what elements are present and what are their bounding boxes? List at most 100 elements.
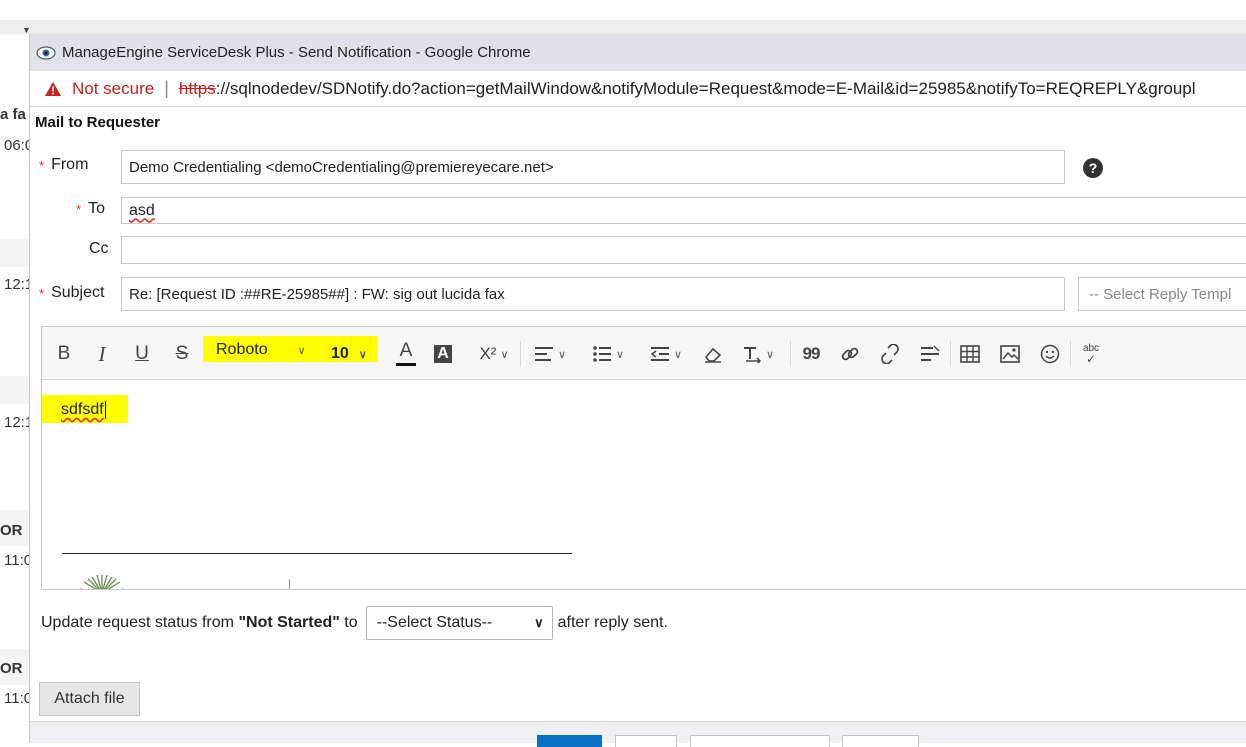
image-icon — [1000, 345, 1020, 363]
warning-icon — [45, 81, 61, 96]
insert-link-button[interactable] — [838, 340, 862, 368]
unlink-button[interactable] — [878, 340, 902, 368]
app-eye-icon — [36, 45, 56, 60]
signature-separator — [289, 579, 290, 589]
chevron-down-icon: ∨ — [557, 348, 567, 361]
outdent-icon — [650, 347, 669, 361]
spell-check-button[interactable]: abc ✓ — [1078, 340, 1104, 368]
from-label: From — [51, 156, 89, 173]
list-dropdown[interactable]: ∨ — [586, 340, 630, 368]
editor-text: sdfsdf — [61, 401, 106, 419]
align-left-icon — [534, 347, 553, 361]
dialog-footer — [30, 721, 1246, 747]
required-marker: * — [39, 157, 45, 173]
clear-format-button[interactable] — [702, 340, 724, 368]
text-direction-icon — [743, 347, 762, 363]
font-color-icon: A — [399, 340, 413, 361]
status-select[interactable]: --Select Status-- ∨ — [365, 606, 553, 640]
to-value: asd — [129, 201, 155, 219]
indent-dropdown[interactable]: ∨ — [644, 340, 688, 368]
subject-label: Subject — [51, 284, 105, 301]
cc-label: Cc — [89, 240, 109, 257]
italic-button[interactable]: I — [92, 340, 112, 368]
signature-logo-icon — [80, 574, 124, 589]
current-status: "Not Started" — [238, 614, 340, 631]
font-size-dropdown[interactable]: 10 ∨ — [331, 340, 377, 368]
from-field[interactable]: Demo Credentialing <demoCredentialing@pr… — [121, 150, 1065, 184]
emoji-icon — [1040, 344, 1060, 364]
footer-button[interactable] — [690, 735, 830, 747]
footer-button[interactable] — [615, 735, 677, 747]
emoji-button[interactable] — [1038, 340, 1062, 368]
reply-template-select[interactable]: -- Select Reply Templ — [1078, 277, 1246, 311]
background-row: 11:0 — [4, 552, 30, 569]
popup-window: ManageEngine ServiceDesk Plus - Send Not… — [29, 34, 1246, 747]
required-marker: * — [39, 285, 45, 301]
background-row: a fa — [0, 106, 26, 123]
editor-toolbar: B I U S Roboto ∨ 10 ∨ A A X² ∨ ∨ ∨ ∨ ∨ 9… — [42, 327, 1246, 380]
chevron-down-icon: ∨ — [297, 344, 306, 357]
background-color-icon: A — [434, 345, 452, 363]
to-field[interactable]: asd — [121, 197, 1246, 224]
address-bar[interactable]: Not secure | https ://sqlnodedev/SDNotif… — [30, 71, 1246, 107]
required-marker: * — [76, 201, 82, 217]
chevron-down-icon: ∨ — [534, 615, 544, 630]
toolbar-divider — [1070, 341, 1071, 367]
toolbar-divider — [520, 341, 521, 367]
to-label-group: * To — [76, 200, 105, 218]
status-to-word: to — [339, 614, 358, 631]
status-suffix: after reply sent. — [557, 614, 668, 631]
link-icon — [841, 347, 859, 361]
background-page-bar: ▼ — [0, 20, 1246, 35]
blockquote-button[interactable]: 99 — [798, 340, 824, 368]
editor-content[interactable]: sdfsdf — [42, 381, 1246, 589]
security-status[interactable]: Not secure — [72, 79, 154, 99]
background-color-button[interactable]: A — [432, 340, 454, 368]
font-size-value: 10 — [331, 345, 349, 362]
superscript-button[interactable]: X² ∨ — [472, 340, 516, 368]
font-family-value: Roboto — [216, 341, 268, 358]
help-icon[interactable]: ? — [1083, 158, 1103, 178]
signature-divider — [62, 553, 572, 554]
from-label-group: * From — [39, 156, 88, 174]
chevron-down-icon: ∨ — [765, 348, 775, 361]
background-page-list: a fa 06:0 12:1 12:1 OR 11:0 OR 11:0 — [0, 34, 30, 743]
to-label: To — [88, 200, 105, 217]
attach-file-button[interactable]: Attach file — [39, 682, 140, 716]
strikeout-lines-button[interactable] — [918, 340, 942, 368]
status-select-value: --Select Status-- — [376, 614, 493, 631]
toolbar-divider — [790, 341, 791, 367]
chevron-down-icon: ∨ — [358, 348, 367, 361]
unlink-icon — [881, 344, 899, 364]
text-direction-dropdown[interactable]: ∨ — [736, 340, 780, 368]
background-row: 12:1 — [4, 414, 29, 431]
status-prefix: Update request status from — [41, 614, 239, 631]
background-row: 12:1 — [4, 276, 29, 293]
send-button[interactable] — [537, 735, 602, 747]
table-icon — [960, 345, 980, 363]
subject-label-group: * Subject — [39, 284, 104, 302]
background-row: 06:0 — [4, 137, 29, 154]
font-color-button[interactable]: A — [394, 340, 418, 368]
chevron-down-icon: ∨ — [500, 348, 509, 361]
font-color-swatch — [396, 363, 416, 366]
window-title: ManageEngine ServiceDesk Plus - Send Not… — [62, 44, 531, 61]
insert-table-button[interactable] — [958, 340, 982, 368]
background-row: OR — [0, 522, 23, 539]
bullet-list-icon — [593, 346, 611, 362]
underline-button[interactable]: U — [132, 340, 152, 368]
eraser-icon — [704, 347, 722, 363]
insert-image-button[interactable] — [998, 340, 1022, 368]
align-dropdown[interactable]: ∨ — [528, 340, 572, 368]
bold-button[interactable]: B — [54, 340, 74, 368]
cc-field[interactable] — [121, 236, 1246, 264]
font-family-dropdown[interactable]: Roboto ∨ — [216, 336, 316, 364]
url-scheme: https — [178, 78, 216, 98]
footer-button[interactable] — [842, 735, 919, 747]
background-page-top — [0, 0, 1246, 20]
strikethrough-button[interactable]: S — [172, 340, 192, 368]
window-titlebar[interactable]: ManageEngine ServiceDesk Plus - Send Not… — [30, 34, 1246, 71]
chevron-down-icon: ∨ — [673, 348, 683, 361]
status-update-row: Update request status from "Not Started"… — [41, 606, 668, 640]
subject-field[interactable]: Re: [Request ID :##RE-25985##] : FW: sig… — [121, 277, 1065, 311]
